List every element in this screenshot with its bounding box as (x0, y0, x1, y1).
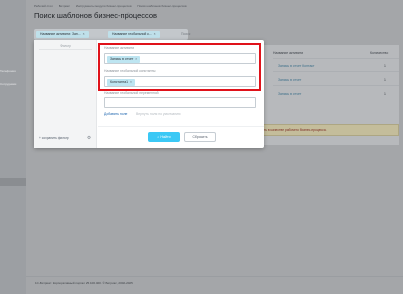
table-row-count: 1 (384, 64, 386, 68)
add-field-link[interactable]: Добавить поле (104, 112, 127, 116)
global-variable-field[interactable] (104, 97, 256, 108)
divider (273, 71, 399, 72)
divider (273, 58, 399, 59)
presets-title: Фильтр (60, 44, 71, 48)
close-icon[interactable]: × (83, 32, 85, 36)
table-row-count: 1 (384, 92, 386, 96)
filter-search-bar[interactable]: Название активити: Зап... × Название глоб… (34, 29, 190, 40)
divider (26, 276, 403, 277)
search-input[interactable]: Поиск (181, 31, 190, 38)
table-row-activity[interactable]: Запись в отчет (278, 92, 301, 96)
star-icon[interactable]: ☆ (125, 11, 131, 19)
filter-chip-activity[interactable]: Название активити: Зап... × (36, 31, 89, 38)
breadcrumb-item[interactable]: Инструменты модуля бизнес-процессов (76, 4, 132, 8)
sidebar-item-2[interactable]: Сотрудники (0, 83, 16, 86)
breadcrumb-item[interactable]: Рабочий стол (34, 4, 53, 8)
breadcrumb-item[interactable]: Битрикс (59, 4, 70, 8)
notice-banner: ...ть в качестве рабочего бизнес-процесс… (252, 124, 399, 136)
divider (39, 49, 92, 50)
sidebar-active-item[interactable] (0, 178, 26, 186)
filter-presets-panel: Фильтр + сохранить фильтр ⚙ (34, 40, 97, 148)
breadcrumb-item[interactable]: Поиск шаблонов бизнес-процессов (137, 4, 186, 8)
column-header-activity[interactable]: Название активити (273, 51, 303, 55)
table-row-count: 1 (384, 78, 386, 82)
save-filter-button[interactable]: + сохранить фильтр (39, 136, 69, 140)
column-header-count[interactable]: Количество (370, 51, 388, 55)
field-label-variable: Название глобальной переменной (104, 91, 159, 95)
page-title: Поиск шаблонов бизнес-процессов (34, 11, 158, 20)
highlight-box (98, 43, 261, 91)
divider (273, 85, 399, 86)
divider (98, 126, 264, 127)
footer-text: 1С-Битрикс: Корпоративный портал 25.100.… (35, 281, 133, 285)
sidebar-item-1[interactable]: Телефония (0, 70, 16, 73)
breadcrumb: Рабочий стол Битрикс Инструменты модуля … (34, 4, 192, 8)
find-button[interactable]: ⌕ Найти (148, 132, 180, 142)
left-menu: Телефония Сотрудники (0, 0, 26, 294)
table-row-activity[interactable]: Запись в отчет Контакт (278, 64, 314, 68)
reset-button[interactable]: Сбросить (184, 132, 216, 142)
close-icon[interactable]: × (154, 32, 156, 36)
restore-fields-link[interactable]: Вернуть поля по умолчанию (136, 112, 181, 116)
filter-chip-constant[interactable]: Название глобальной к... × (108, 31, 160, 38)
table-row-activity[interactable]: Запись в отчет (278, 78, 301, 82)
gear-icon[interactable]: ⚙ (87, 135, 91, 141)
